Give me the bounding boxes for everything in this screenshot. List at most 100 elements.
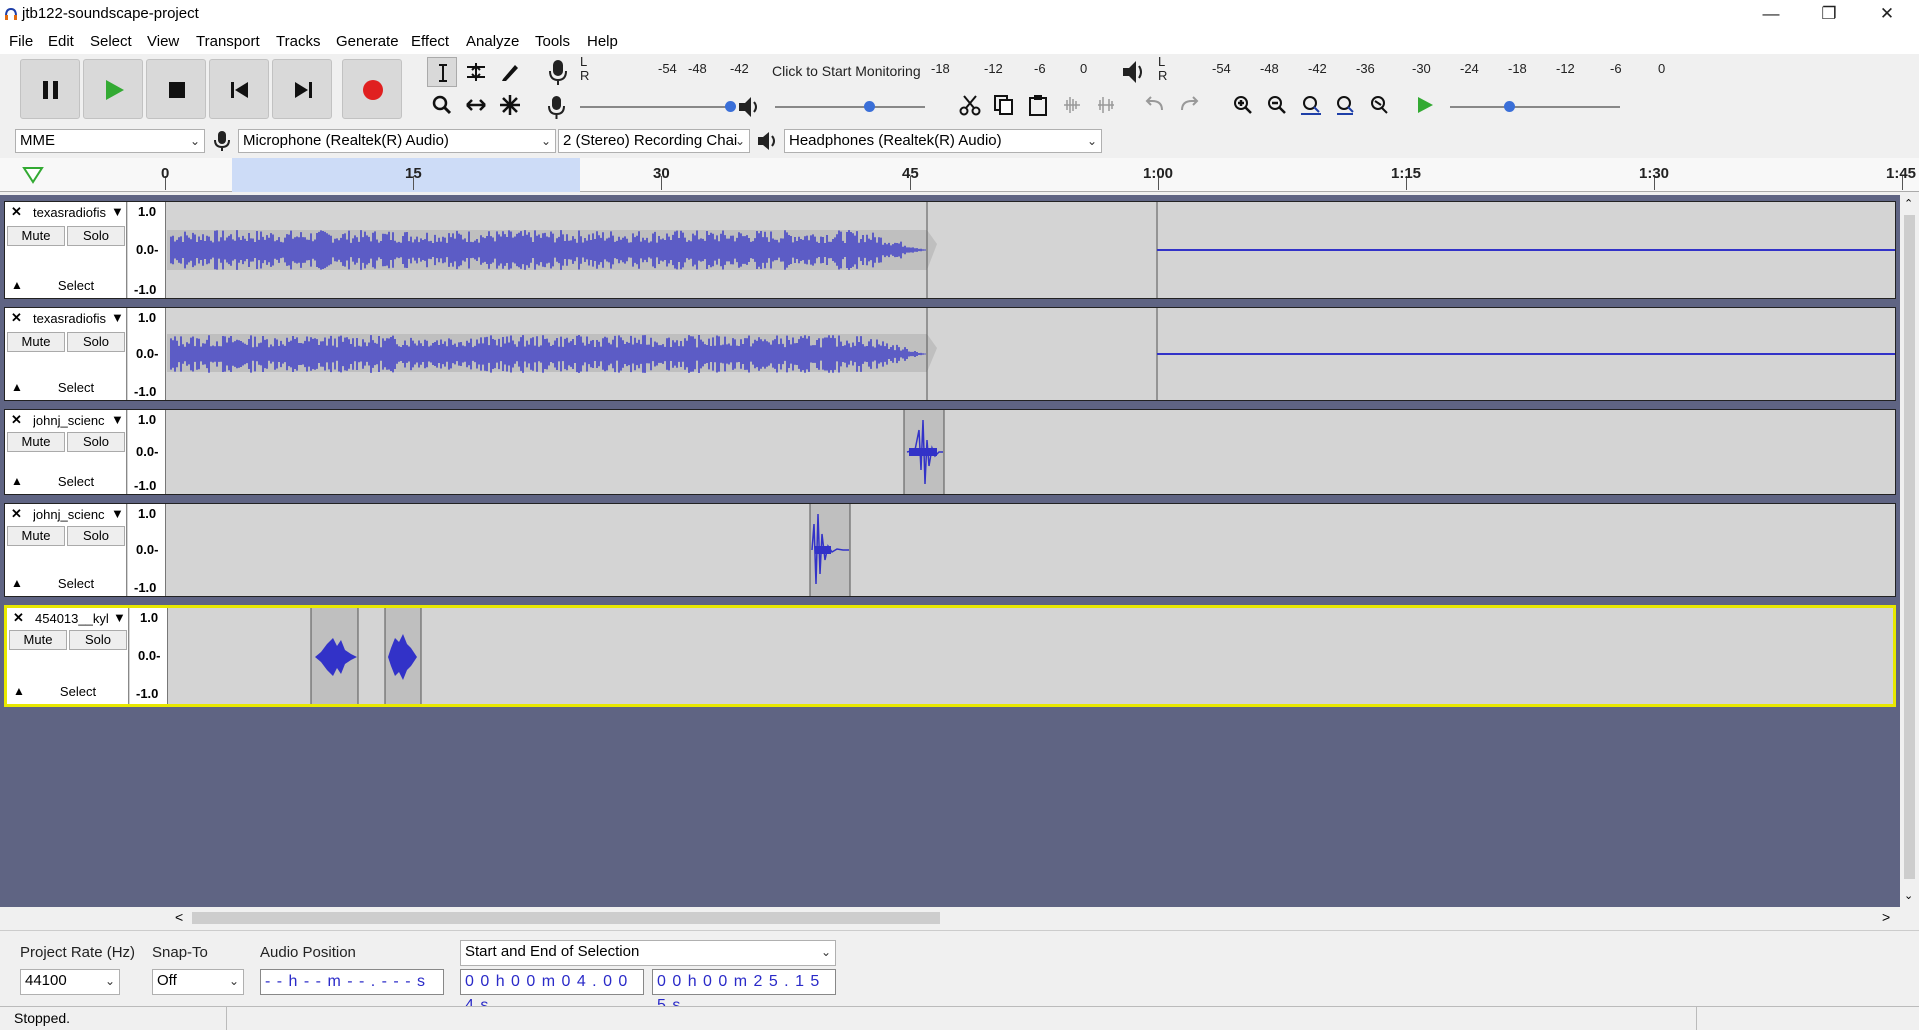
track-control-panel[interactable]: ✕ 454013__kyl ▼ Mute Solo ▲ Select: [7, 608, 129, 704]
stop-button[interactable]: [146, 59, 206, 119]
close-track-icon[interactable]: ✕: [11, 506, 22, 522]
tracks-area[interactable]: ✕ texasradiofis ▼ Mute Solo ▲ Select 1.0…: [0, 195, 1900, 907]
zoom-tool[interactable]: [427, 90, 457, 120]
select-track-button[interactable]: Select: [31, 575, 121, 595]
solo-button[interactable]: Solo: [69, 630, 127, 650]
playback-meter-button[interactable]: [1120, 57, 1148, 87]
scroll-left-icon[interactable]: <: [175, 909, 183, 925]
mute-button[interactable]: Mute: [7, 332, 65, 352]
collapse-track-icon[interactable]: ▲: [13, 684, 25, 698]
close-icon[interactable]: ✕: [1858, 0, 1916, 30]
play-speed-slider[interactable]: [1450, 101, 1620, 112]
selection-tool[interactable]: [427, 57, 457, 87]
menu-view[interactable]: View: [147, 33, 179, 50]
zoom-out-button[interactable]: [1262, 90, 1292, 120]
menu-help[interactable]: Help: [587, 33, 618, 50]
menu-generate[interactable]: Generate: [336, 33, 399, 50]
close-track-icon[interactable]: ✕: [13, 610, 24, 626]
mute-button[interactable]: Mute: [7, 526, 65, 546]
undo-button[interactable]: [1140, 90, 1170, 120]
trim-button[interactable]: [1057, 90, 1087, 120]
playback-volume-slider[interactable]: [775, 101, 925, 112]
scroll-down-icon[interactable]: ⌄: [1904, 889, 1913, 902]
recording-volume-slider[interactable]: [580, 101, 736, 112]
solo-button[interactable]: Solo: [67, 226, 125, 246]
close-track-icon[interactable]: ✕: [11, 310, 22, 326]
select-track-button[interactable]: Select: [31, 473, 121, 493]
recording-channels-select[interactable]: 2 (Stereo) Recording Chai ⌄: [558, 129, 750, 153]
vertical-scale[interactable]: 1.0 0.0- -1.0: [130, 608, 168, 704]
vertical-scale[interactable]: 1.0 0.0- -1.0: [128, 308, 166, 400]
selection-mode-select[interactable]: Start and End of Selection ⌄: [460, 940, 836, 966]
audio-track[interactable]: ✕ texasradiofis ▼ Mute Solo ▲ Select 1.0…: [4, 201, 1896, 299]
scroll-right-icon[interactable]: >: [1882, 909, 1890, 925]
play-at-speed-button[interactable]: [1410, 90, 1440, 120]
record-meter[interactable]: -54 -48 -42 Click to Start Monitoring -1…: [592, 57, 1092, 83]
select-track-button[interactable]: Select: [31, 277, 121, 297]
collapse-track-icon[interactable]: ▲: [11, 278, 23, 292]
mute-button[interactable]: Mute: [7, 226, 65, 246]
track-name-menu[interactable]: ✕ johnj_scienc ▼: [7, 506, 125, 524]
multi-tool[interactable]: [495, 90, 525, 120]
horizontal-scrollbar[interactable]: < >: [0, 908, 1900, 928]
recording-device-select[interactable]: Microphone (Realtek(R) Audio) ⌄: [238, 129, 556, 153]
vertical-scrollbar[interactable]: ⌃ ⌄: [1900, 195, 1919, 907]
track-name-menu[interactable]: ✕ texasradiofis ▼: [7, 204, 125, 222]
envelope-tool[interactable]: [461, 57, 491, 87]
fit-selection-button[interactable]: [1296, 90, 1326, 120]
vertical-scale[interactable]: 1.0 0.0- -1.0: [128, 504, 166, 596]
collapse-track-icon[interactable]: ▲: [11, 576, 23, 590]
select-track-button[interactable]: Select: [33, 683, 123, 703]
cut-button[interactable]: [955, 90, 985, 120]
track-control-panel[interactable]: ✕ johnj_scienc ▼ Mute Solo ▲ Select: [5, 410, 127, 494]
solo-button[interactable]: Solo: [67, 526, 125, 546]
slider-thumb[interactable]: [864, 101, 875, 112]
pause-button[interactable]: [20, 59, 80, 119]
track-control-panel[interactable]: ✕ johnj_scienc ▼ Mute Solo ▲ Select: [5, 504, 127, 596]
paste-button[interactable]: [1023, 90, 1053, 120]
waveform[interactable]: [169, 608, 1897, 704]
skip-to-end-button[interactable]: [272, 59, 332, 119]
audio-track[interactable]: ✕ johnj_scienc ▼ Mute Solo ▲ Select 1.0 …: [4, 409, 1896, 495]
draw-tool[interactable]: [495, 57, 525, 87]
solo-button[interactable]: Solo: [67, 432, 125, 452]
scroll-up-icon[interactable]: ⌃: [1904, 197, 1913, 210]
track-control-panel[interactable]: ✕ texasradiofis ▼ Mute Solo ▲ Select: [5, 308, 127, 400]
play-button[interactable]: [83, 59, 143, 119]
track-name-menu[interactable]: ✕ texasradiofis ▼: [7, 310, 125, 328]
waveform[interactable]: [167, 410, 1895, 494]
menu-effect[interactable]: Effect: [411, 33, 449, 50]
audio-track[interactable]: ✕ johnj_scienc ▼ Mute Solo ▲ Select 1.0 …: [4, 503, 1896, 597]
collapse-track-icon[interactable]: ▲: [11, 380, 23, 394]
menu-select[interactable]: Select: [90, 33, 132, 50]
zoom-in-button[interactable]: [1228, 90, 1258, 120]
scrollbar-thumb[interactable]: [192, 912, 940, 924]
close-track-icon[interactable]: ✕: [11, 204, 22, 220]
vertical-scale[interactable]: 1.0 0.0- -1.0: [128, 202, 166, 298]
waveform[interactable]: [167, 202, 1895, 298]
play-head-marker-icon[interactable]: [22, 166, 44, 184]
track-name-menu[interactable]: ✕ 454013__kyl ▼: [9, 610, 127, 628]
scrollbar-thumb[interactable]: [1904, 215, 1915, 879]
minimize-icon[interactable]: —: [1742, 0, 1800, 30]
slider-thumb[interactable]: [1504, 101, 1515, 112]
slider-thumb[interactable]: [725, 101, 736, 112]
snap-to-select[interactable]: Off ⌄: [152, 969, 244, 995]
project-rate-select[interactable]: 44100 ⌄: [20, 969, 120, 995]
audio-track-selected[interactable]: ✕ 454013__kyl ▼ Mute Solo ▲ Select 1.0 0…: [4, 605, 1896, 707]
silence-button[interactable]: [1091, 90, 1121, 120]
skip-to-start-button[interactable]: [209, 59, 269, 119]
vertical-scale[interactable]: 1.0 0.0- -1.0: [128, 410, 166, 494]
mute-button[interactable]: Mute: [9, 630, 67, 650]
menu-edit[interactable]: Edit: [48, 33, 74, 50]
playback-device-select[interactable]: Headphones (Realtek(R) Audio) ⌄: [784, 129, 1102, 153]
close-track-icon[interactable]: ✕: [11, 412, 22, 428]
monitor-prompt[interactable]: Click to Start Monitoring: [772, 63, 921, 79]
mute-button[interactable]: Mute: [7, 432, 65, 452]
fit-project-button[interactable]: [1330, 90, 1360, 120]
collapse-track-icon[interactable]: ▲: [11, 474, 23, 488]
selection-start-time[interactable]: 0 0 h 0 0 m 0 4 . 0 0 4 s: [460, 969, 644, 1014]
waveform[interactable]: [167, 504, 1895, 596]
audio-host-select[interactable]: MME ⌄: [15, 129, 205, 153]
redo-button[interactable]: [1174, 90, 1204, 120]
